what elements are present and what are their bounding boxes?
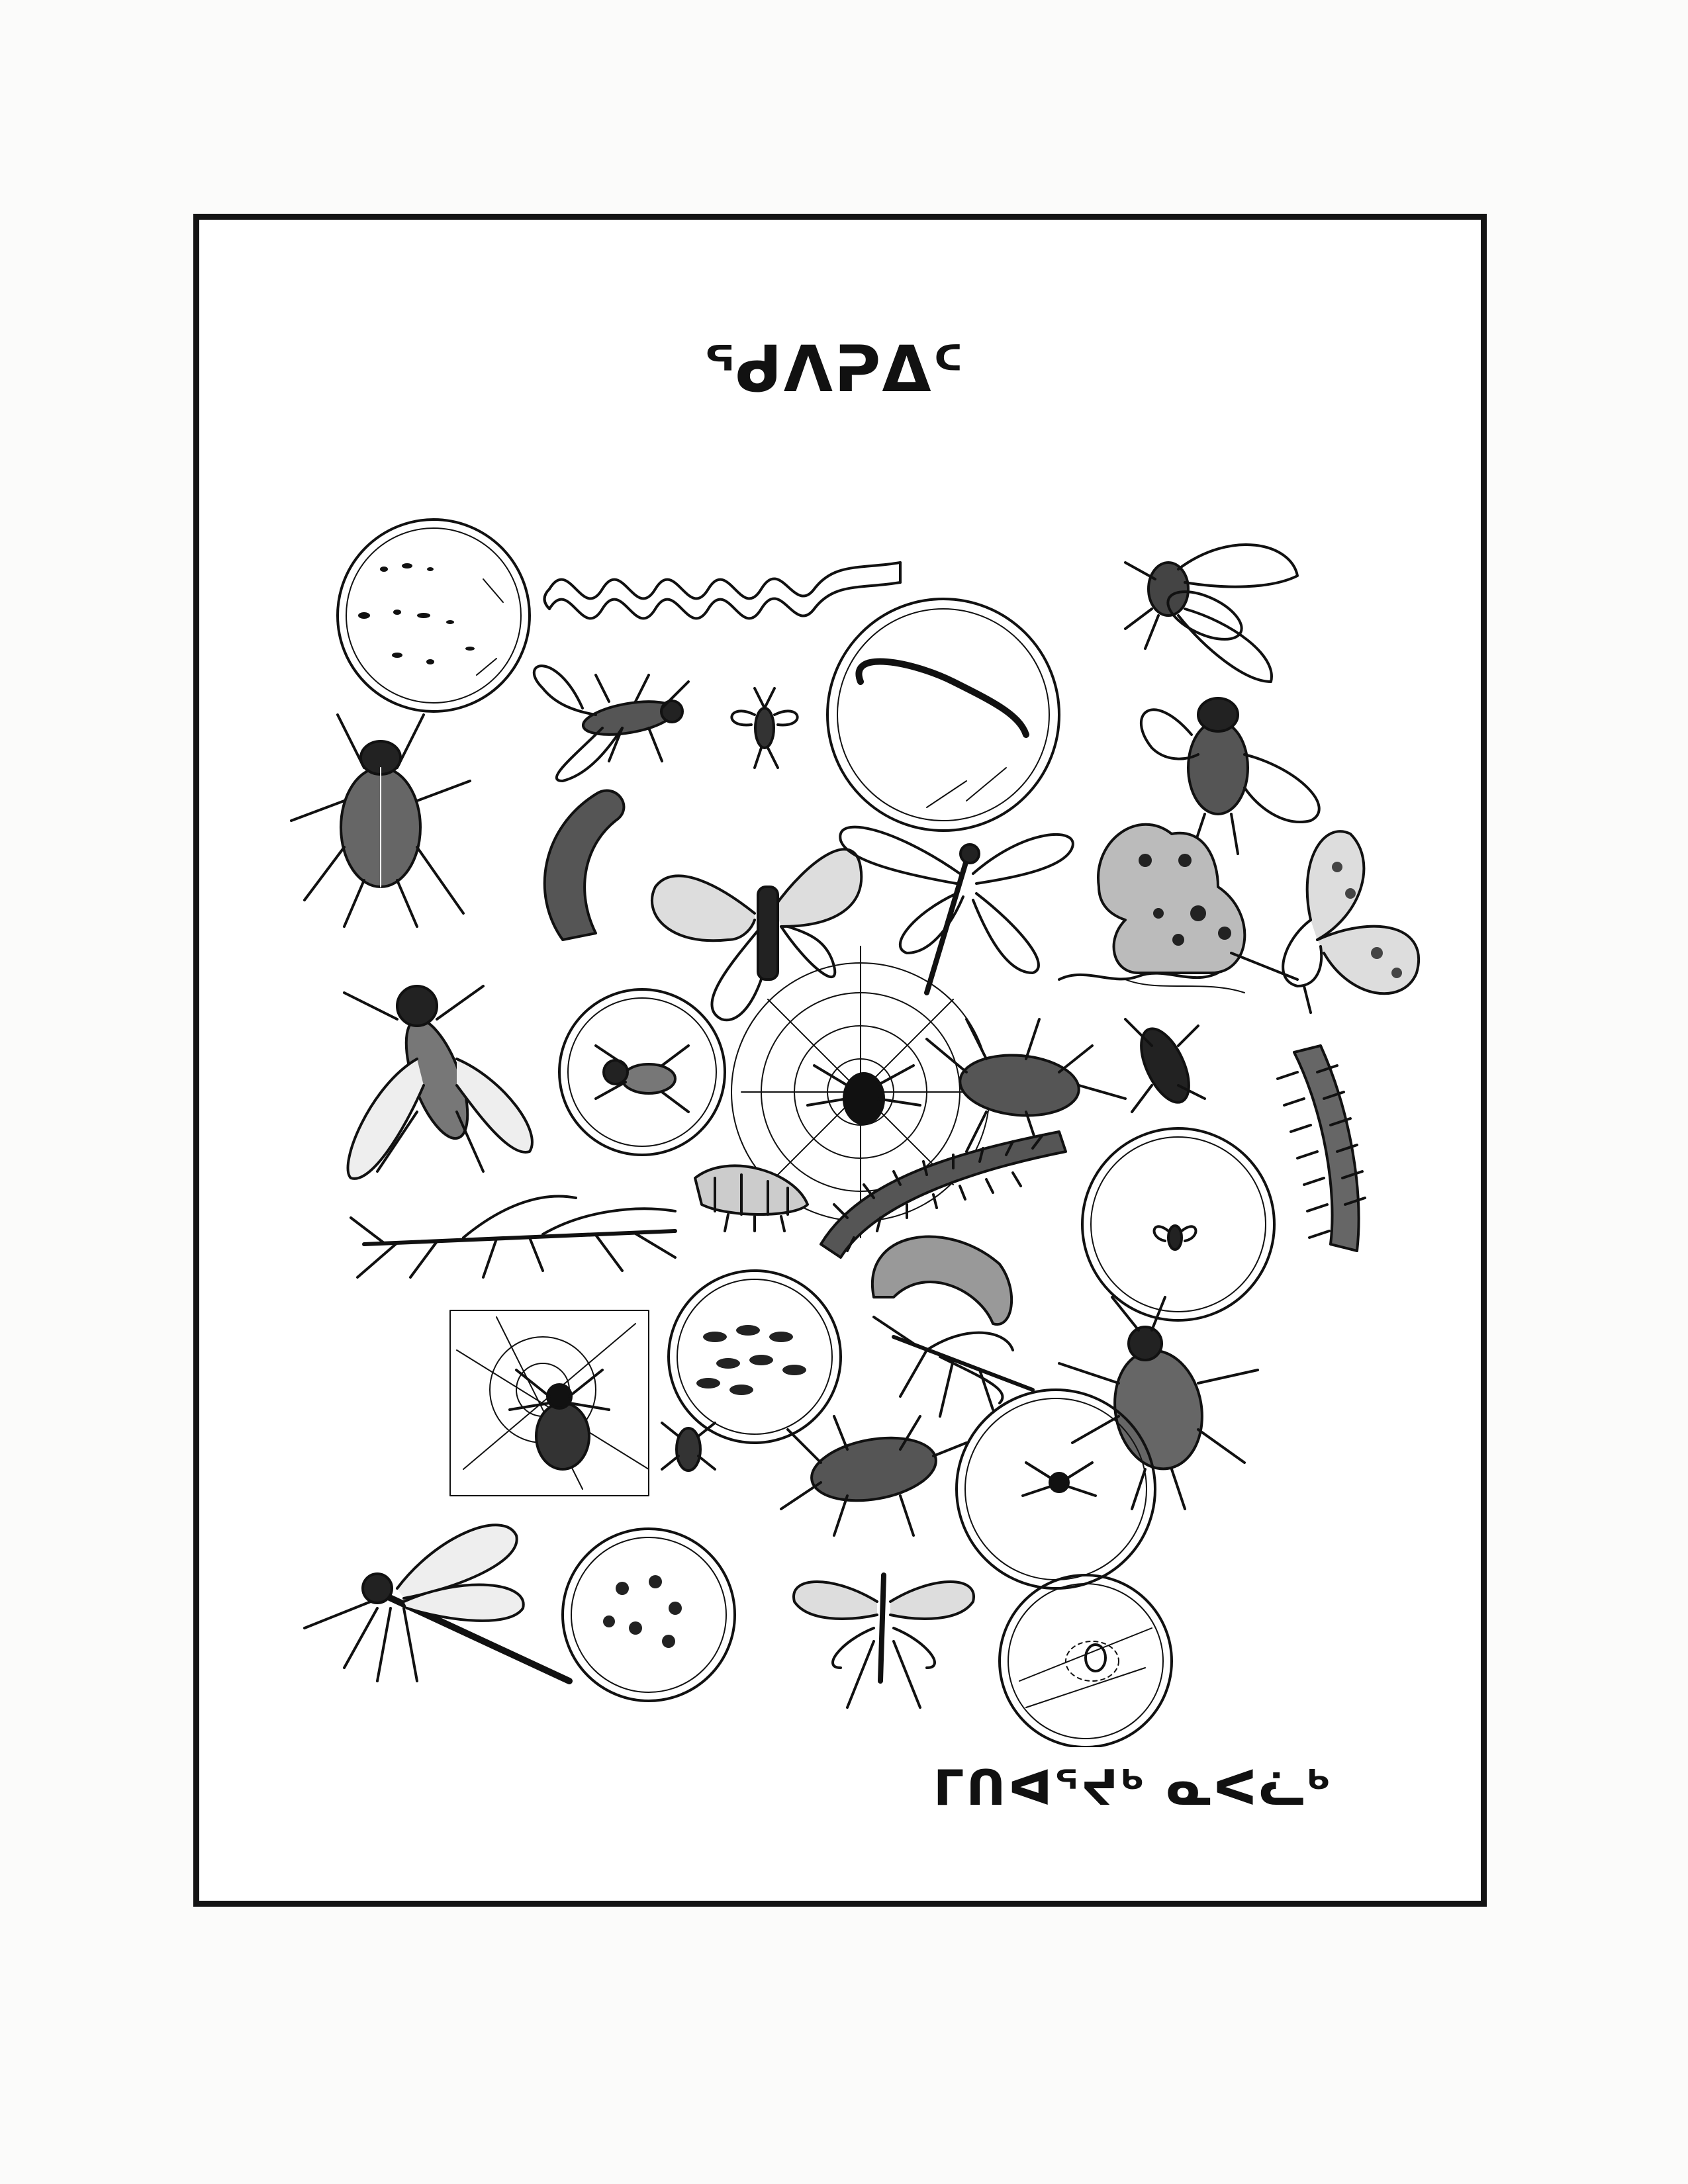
insects-illustration	[290, 518, 1420, 1747]
winged-fly-icon	[533, 664, 690, 782]
butterfly-icon	[1230, 830, 1420, 1014]
millipede-icon	[1276, 1044, 1366, 1252]
small-wasp-icon	[730, 687, 799, 769]
water-beetle-icon	[1124, 979, 1245, 1113]
cell-in-circle-icon	[998, 1574, 1173, 1747]
coiled-worm-icon	[543, 561, 902, 620]
large-dragonfly-icon	[303, 1524, 573, 1684]
beetle-icon	[290, 713, 471, 928]
larva-icon	[694, 1164, 809, 1232]
cockroach-icon	[925, 1018, 1127, 1153]
stick-insect-icon	[350, 1195, 677, 1279]
eggs-in-circle-icon	[667, 1269, 842, 1444]
mite-in-circle-icon	[558, 988, 726, 1156]
ground-beetle-icon	[1058, 1296, 1259, 1510]
hairy-caterpillar-icon	[543, 789, 626, 941]
lice-in-circle-icon	[561, 1527, 736, 1702]
earthworm-in-circle-icon	[826, 598, 1060, 832]
housefly-icon	[1124, 543, 1299, 683]
hoverfly-icon	[343, 985, 534, 1180]
moth-icon	[651, 848, 863, 1022]
tick-icon	[661, 1422, 716, 1472]
frog-icon	[1058, 823, 1246, 981]
author-credit: ᒥᑎᐊᕐᔪᒃ ᓇᐸᓛᒃ	[933, 1760, 1333, 1817]
dragonfly-icon	[839, 825, 1074, 995]
grub-icon	[871, 1235, 1013, 1326]
gnat-in-circle-icon	[1081, 1127, 1276, 1322]
microscope-circle-icon	[336, 518, 531, 713]
water-bug-icon	[780, 1415, 968, 1537]
page-title: ᖁᐱᕈᐃᑦ	[703, 332, 965, 406]
spider-web-panel-icon	[449, 1310, 649, 1496]
crane-fly-icon	[792, 1572, 975, 1709]
small-spider-in-circle-icon	[955, 1388, 1156, 1590]
